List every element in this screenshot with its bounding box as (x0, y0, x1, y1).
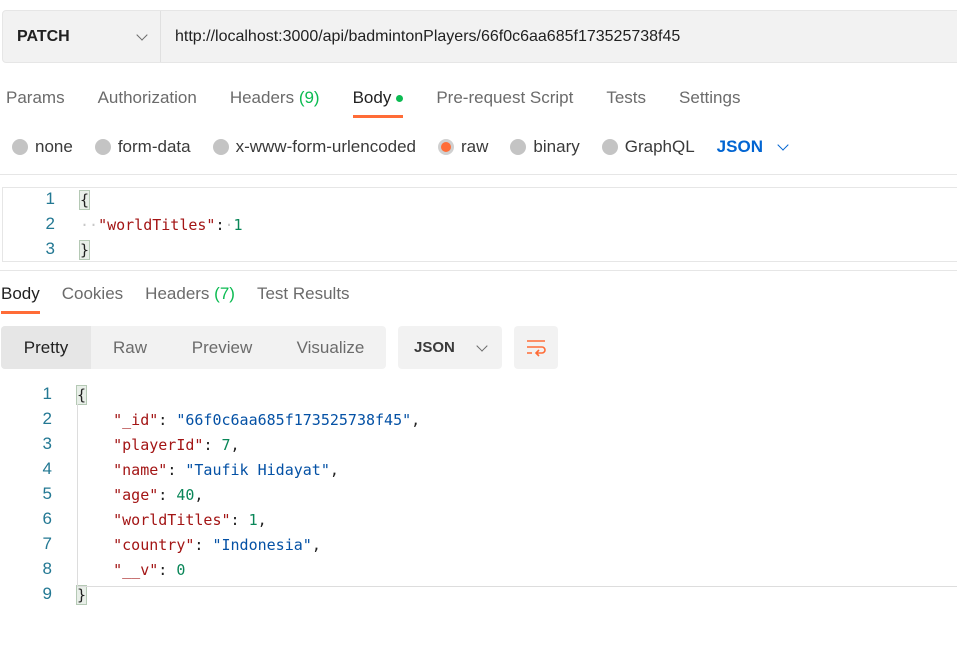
indent-guide (77, 404, 957, 587)
line-number: 3 (42, 434, 52, 453)
radio-binary[interactable]: binary (510, 137, 580, 157)
tab-count: (7) (214, 284, 235, 303)
tab-label: Cookies (61, 284, 124, 303)
tab-settings[interactable]: Settings (679, 88, 740, 108)
tab-tests[interactable]: Tests (606, 88, 646, 108)
url-input[interactable]: http://localhost:3000/api/badmintonPlaye… (161, 28, 680, 46)
radio-label: x-www-form-urlencoded (235, 137, 417, 156)
code-line: } (78, 240, 91, 260)
request-body-editor[interactable]: 1{2 ··"worldTitles":·1 3} (2, 187, 957, 262)
tab-label: Headers (145, 284, 210, 303)
tab-body[interactable]: Body (352, 88, 404, 118)
tab-label: Headers (229, 88, 295, 107)
request-url-bar: PATCH http://localhost:3000/api/badminto… (2, 10, 957, 63)
code-token: 1 (233, 216, 243, 234)
tab-test-results[interactable]: Test Results (257, 284, 350, 304)
radio-label: GraphQL (624, 137, 695, 156)
method-select[interactable]: PATCH (3, 11, 161, 62)
code-line: } (75, 585, 88, 605)
radio-circle-icon (510, 139, 527, 155)
view-mode-visualize[interactable]: Visualize (275, 326, 386, 369)
chevron-down-icon (136, 28, 148, 41)
tab-authorization[interactable]: Authorization (98, 88, 197, 108)
line-number: 6 (42, 509, 52, 528)
view-mode-pretty[interactable]: Pretty (1, 326, 91, 369)
view-mode-toggle: Pretty Raw Preview Visualize (1, 326, 386, 369)
wrap-lines-icon (527, 339, 546, 357)
code-line: { (78, 190, 91, 210)
line-number: 4 (42, 459, 52, 478)
body-format-select[interactable]: JSON (716, 137, 789, 157)
body-type-radios: none form-data x-www-form-urlencoded raw bin… (12, 137, 789, 157)
response-format-select[interactable]: JSON (398, 326, 502, 369)
radio-label: raw (461, 137, 489, 156)
radio-circle-icon (12, 139, 28, 155)
code-token: : (215, 216, 225, 234)
request-tabs: Params Authorization Headers (9) Body Pre-re… (6, 88, 773, 118)
tab-label: Authorization (97, 88, 197, 107)
tab-label: Test Results (256, 284, 350, 303)
code-token: { (75, 385, 88, 405)
line-number: 5 (42, 484, 52, 503)
radio-circle-icon (94, 139, 111, 155)
body-format-label: JSON (716, 137, 763, 156)
radio-GraphQL[interactable]: GraphQL (601, 137, 695, 157)
tab-pre-request-script[interactable]: Pre-request Script (436, 88, 573, 108)
tab-headers[interactable]: Headers (9) (230, 88, 320, 108)
line-number: 2 (42, 409, 52, 428)
chevron-down-icon (777, 139, 789, 151)
line-number: 2 (45, 214, 55, 233)
divider (0, 174, 957, 175)
radio-raw[interactable]: raw (438, 137, 488, 157)
wrap-lines-button[interactable] (514, 326, 558, 369)
code-token: "worldTitles" (98, 216, 216, 234)
line-number: 8 (42, 559, 52, 578)
code-token: { (78, 190, 91, 210)
response-body-viewer[interactable]: 1{2 "_id": "66f0c6aa685f173525738f45", 3 … (0, 382, 957, 607)
tab-headers[interactable]: Headers (7) (145, 284, 235, 304)
radio-circle-icon (438, 139, 455, 155)
radio-circle-icon (212, 139, 229, 155)
code-token: } (78, 240, 91, 260)
line-number: 9 (42, 584, 52, 603)
radio-label: none (35, 137, 73, 156)
line-number: 1 (42, 384, 52, 403)
response-format-label: JSON (414, 339, 455, 356)
tab-count: (9) (298, 88, 320, 107)
divider (0, 270, 957, 271)
response-tabs: Body Cookies Headers (7) Test Results (1, 284, 372, 314)
code-token: ·· (80, 216, 99, 234)
chevron-down-icon (476, 339, 488, 352)
tab-label: Pre-request Script (436, 88, 574, 107)
line-number: 1 (45, 189, 55, 208)
radio-circle-icon (601, 139, 618, 155)
tab-label: Settings (679, 88, 741, 107)
radio-x-www-form-urlencoded[interactable]: x-www-form-urlencoded (212, 137, 417, 157)
code-token: · (224, 216, 234, 234)
line-number: 3 (45, 239, 55, 258)
view-mode-preview[interactable]: Preview (169, 326, 275, 369)
modified-dot-icon (396, 95, 404, 103)
radio-form-data[interactable]: form-data (94, 137, 191, 157)
tab-cookies[interactable]: Cookies (62, 284, 123, 304)
code-line: { (75, 385, 88, 405)
code-token: } (75, 585, 88, 605)
radio-none[interactable]: none (12, 137, 73, 157)
line-number: 7 (42, 534, 52, 553)
radio-label: binary (533, 137, 580, 156)
method-label: PATCH (17, 27, 70, 45)
tab-params[interactable]: Params (6, 88, 65, 108)
tab-label: Params (6, 88, 65, 107)
view-mode-raw[interactable]: Raw (91, 326, 169, 369)
tab-label: Tests (606, 88, 647, 107)
tab-body[interactable]: Body (1, 284, 40, 314)
code-line: ··"worldTitles":·1 (80, 216, 243, 234)
tab-label: Body (1, 284, 40, 303)
radio-label: form-data (117, 137, 191, 156)
tab-label: Body (352, 88, 392, 107)
